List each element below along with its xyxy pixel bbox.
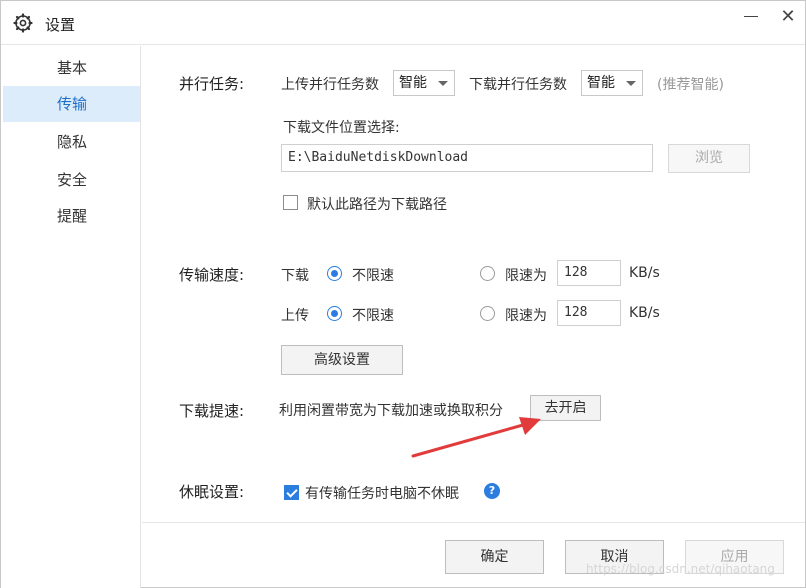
ok-button[interactable]: 确定 [445,540,544,574]
download-limit-unit: KB/s [629,265,660,281]
default-path-checkbox[interactable] [283,195,298,210]
sidebar: 基本 传输 隐私 安全 提醒 [1,46,141,588]
download-parallel-label: 下载并行任务数 [469,77,567,93]
download-limit-value: 128 [564,265,588,280]
sidebar-item-label: 提醒 [57,207,88,225]
browse-button[interactable]: 浏览 [668,144,750,173]
upload-speed-label: 上传 [281,308,309,324]
advanced-settings-button[interactable]: 高级设置 [281,345,403,375]
footer-divider [142,522,805,523]
no-sleep-label: 有传输任务时电脑不休眠 [305,486,459,502]
help-glyph: ? [488,484,496,497]
download-limit-radio[interactable] [480,266,495,281]
upload-limit-unit: KB/s [629,305,660,321]
ok-button-label: 确定 [480,549,509,565]
browse-button-label: 浏览 [695,150,723,166]
sidebar-item-basic[interactable]: 基本 [3,50,140,86]
close-button[interactable]: ✕ [776,5,800,29]
upload-parallel-select[interactable]: 智能 [393,70,455,96]
sidebar-item-reminder[interactable]: 提醒 [3,198,140,234]
sidebar-item-privacy[interactable]: 隐私 [3,124,140,160]
download-unlimited-label: 不限速 [352,268,394,284]
download-location-label: 下载文件位置选择: [283,120,400,136]
download-limit-input[interactable]: 128 [557,260,621,286]
sidebar-item-label: 隐私 [57,133,88,151]
chevron-down-icon [438,81,448,86]
minimize-icon [744,16,758,17]
default-path-label: 默认此路径为下载路径 [307,197,447,213]
boost-enable-label: 去开启 [544,400,587,416]
boost-section-label: 下载提速: [179,402,245,420]
download-speed-label: 下载 [281,268,309,284]
advanced-settings-label: 高级设置 [314,352,370,368]
download-path-value: E:\BaiduNetdiskDownload [288,150,469,165]
upload-parallel-value: 智能 [399,75,427,91]
sidebar-item-label: 安全 [57,171,88,189]
upload-unlimited-label: 不限速 [352,308,394,324]
upload-parallel-label: 上传并行任务数 [281,77,379,93]
gear-icon [13,13,33,33]
close-icon: ✕ [780,6,796,27]
download-parallel-value: 智能 [587,75,615,91]
settings-window: 设置 ✕ 基本 传输 隐私 安全 提醒 并行任务: 上传并行任务数 智能 下载并… [0,0,806,588]
sidebar-item-security[interactable]: 安全 [3,162,140,198]
download-limit-label: 限速为 [505,268,547,284]
sidebar-item-label: 基本 [57,59,88,77]
parallel-hint: (推荐智能) [657,77,724,93]
upload-limit-radio[interactable] [480,306,495,321]
help-icon[interactable]: ? [484,483,500,499]
arrow-icon [411,417,541,458]
download-parallel-select[interactable]: 智能 [581,70,643,96]
upload-limit-label: 限速为 [505,308,547,324]
chevron-down-icon [626,81,636,86]
upload-limit-value: 128 [564,305,588,320]
window-title: 设置 [45,16,76,34]
speed-section-label: 传输速度: [179,266,245,284]
no-sleep-checkbox[interactable] [284,485,299,500]
upload-unlimited-radio[interactable] [327,306,342,321]
watermark: https://blog.csdn.net/qihaotang [586,562,775,576]
download-path-input[interactable]: E:\BaiduNetdiskDownload [281,144,653,172]
download-unlimited-radio[interactable] [327,266,342,281]
sidebar-item-transfer[interactable]: 传输 [3,86,140,122]
upload-limit-input[interactable]: 128 [557,300,621,326]
sidebar-item-label: 传输 [57,95,88,113]
sleep-section-label: 休眠设置: [179,483,245,501]
parallel-section-label: 并行任务: [179,75,245,93]
title-bar: 设置 ✕ [1,1,805,45]
minimize-button[interactable] [739,5,763,29]
